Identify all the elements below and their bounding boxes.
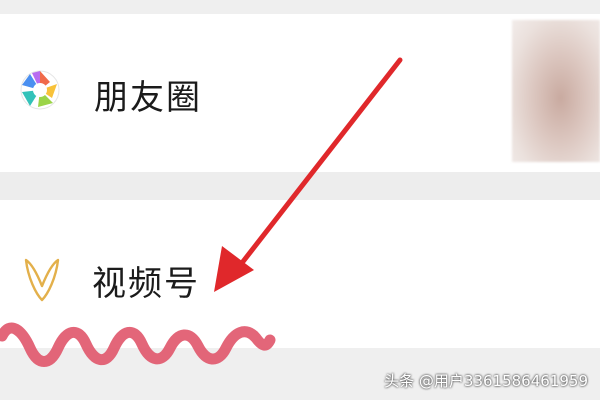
- menu-item-moments-label: 朋友圈: [94, 78, 202, 118]
- watermark: 头条 @用户3361586461959: [384, 372, 588, 390]
- menu-item-channels-label: 视频号: [92, 264, 200, 304]
- menu-item-moments[interactable]: 朋友圈: [0, 14, 600, 172]
- menu-item-channels[interactable]: 视频号: [0, 200, 600, 348]
- moments-aperture-icon: [20, 70, 60, 110]
- moments-thumbnail: [512, 20, 600, 162]
- channels-butterfly-icon: [24, 258, 60, 302]
- top-divider: [0, 0, 600, 14]
